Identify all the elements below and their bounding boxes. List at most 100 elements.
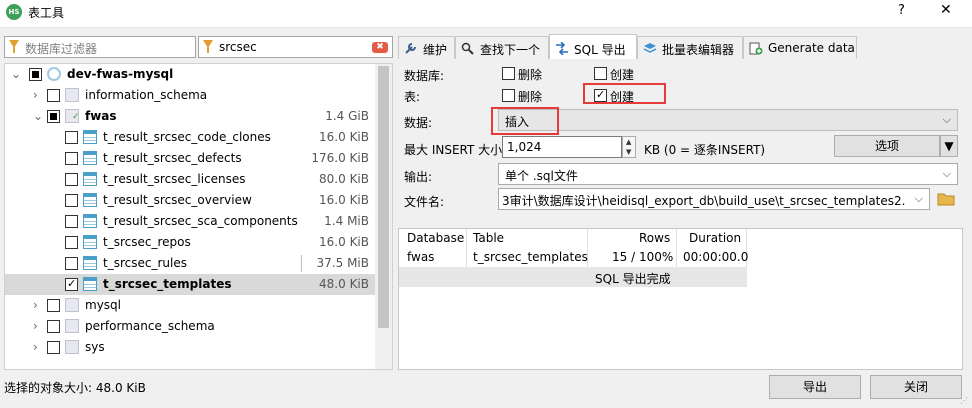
tree-scrollbar-thumb[interactable] [378,66,389,328]
tab-sql-export[interactable]: SQL 导出 [549,34,637,59]
row-table-cell: t_srcsec_templates [473,250,588,264]
tab-find-next[interactable]: 查找下一个 [455,36,549,59]
chevron-down-icon[interactable]: ⌄ [33,109,43,123]
table-size: 16.0 KiB [319,193,369,207]
tree-checkbox[interactable] [47,89,60,102]
tab-bulk-table-editor[interactable]: 批量表编辑器 [637,36,743,59]
output-label: 输出: [404,170,433,184]
database-drop-checkbox[interactable] [502,67,515,80]
grid-footer: SQL 导出完成 [399,267,747,287]
filename-label: 文件名: [404,195,445,209]
app-icon: HS [6,4,22,20]
database-create-label: 创建 [610,68,635,82]
table-icon [83,214,97,228]
output-select[interactable]: 单个 .sql文件 ⌵ [498,163,958,185]
chevron-down-icon: ⌵ [942,167,951,180]
tree-row-table[interactable]: t_result_srcsec_code_clones 16.0 KiB [5,127,375,148]
tree-row-table[interactable]: t_srcsec_repos 16.0 KiB [5,232,375,253]
tree-row-database[interactable]: ⌄ fwas 1.4 GiB [5,106,375,127]
tree-row-table[interactable]: t_result_srcsec_defects 176.0 KiB [5,148,375,169]
table-size: 37.5 MiB [316,256,369,270]
chevron-right-icon[interactable]: › [33,298,43,312]
tree-row-database[interactable]: › sys [5,337,375,358]
export-button[interactable]: 导出 [769,375,861,399]
tree-checkbox[interactable] [65,131,78,144]
column-header-duration[interactable]: Duration [689,231,741,245]
tree-checkbox[interactable] [65,215,78,228]
database-create-checkbox[interactable] [594,67,607,80]
server-icon [47,67,61,81]
tree-row-connection[interactable]: ⌄ dev-fwas-mysql [5,64,375,85]
browse-folder-button[interactable] [933,188,958,210]
filename-combo[interactable]: 3审计\数据库设计\heidisql_export_db\build_use\t… [498,188,930,210]
spin-up-icon: ▲ [626,138,632,146]
highlight-frame [583,83,666,104]
tree-row-database[interactable]: › information_schema [5,85,375,106]
tree-checkbox[interactable] [47,110,60,123]
table-size: 80.0 KiB [319,172,369,186]
tree-checkbox[interactable] [65,236,78,249]
database-filter-input[interactable]: 数据库过滤器 [4,36,196,58]
column-header-table[interactable]: Table [473,231,504,245]
tree-checkbox[interactable] [47,320,60,333]
options-button[interactable]: 选项 [834,135,940,157]
close-button[interactable]: 关闭 [870,375,962,399]
table-icon [83,193,97,207]
tree-row-database[interactable]: › mysql [5,295,375,316]
tree-checkbox[interactable] [65,173,78,186]
tree-row-database[interactable]: › performance_schema [5,316,375,337]
tree-checkbox[interactable] [47,341,60,354]
funnel-icon [9,40,19,54]
tree-row-table-selected[interactable]: t_srcsec_templates 48.0 KiB [5,274,375,295]
table-drop-checkbox[interactable] [502,89,515,102]
options-dropdown-button[interactable]: ▼ [940,135,958,157]
clear-filter-icon[interactable]: ✖ [372,42,388,53]
database-tree[interactable]: ⌄ dev-fwas-mysql › information_schema ⌄ … [4,63,393,370]
chevron-right-icon[interactable]: › [33,340,43,354]
table-name: t_result_srcsec_sca_components [103,214,298,228]
row-rows-cell: 15 / 100% [612,250,674,264]
chevron-right-icon[interactable]: › [33,319,43,333]
tree-row-table[interactable]: t_result_srcsec_overview 16.0 KiB [5,190,375,211]
tree-checkbox[interactable] [65,152,78,165]
column-header-rows[interactable]: Rows [639,231,670,245]
tree-checkbox[interactable] [65,277,78,291]
filename-value: 3审计\数据库设计\heidisql_export_db\build_use\t… [502,194,906,208]
table-filter-value: srcsec [219,40,257,54]
max-insert-unit: KB (0 = 逐条INSERT) [644,143,766,157]
magnifier-icon [461,42,474,55]
export-icon [556,42,568,55]
row-duration-cell: 00:00:00.0 [683,250,749,264]
data-mode-select[interactable]: 插入 ⌵ [498,109,958,131]
column-header-database[interactable]: Database [407,231,464,245]
table-icon [83,151,97,165]
close-window-button[interactable]: ✕ [940,2,952,18]
help-button[interactable]: ? [898,3,905,18]
tree-scrollbar[interactable] [375,64,392,369]
title-bar: HS 表工具 ? ✕ [0,0,972,28]
database-name: information_schema [85,88,208,102]
tree-checkbox[interactable] [65,257,78,270]
database-name: sys [85,340,105,354]
max-insert-input[interactable]: 1,024 [502,136,622,158]
database-name: fwas [85,109,117,123]
tree-checkbox[interactable] [29,68,42,81]
chevron-right-icon[interactable]: › [33,88,43,102]
tree-checkbox[interactable] [65,194,78,207]
resize-grip-icon[interactable]: ⋰ [960,396,970,406]
table-icon [83,277,97,291]
table-size: 16.0 KiB [319,130,369,144]
table-name: t_srcsec_rules [103,256,187,270]
generate-icon [749,42,763,55]
export-results-grid[interactable]: Database Table Rows Duration fwas t_srcs… [398,228,963,370]
table-filter-input[interactable]: srcsec ✖ [198,36,393,58]
tab-maintenance[interactable]: 维护 [398,36,455,59]
tree-row-table[interactable]: t_result_srcsec_sca_components 1.4 MiB [5,211,375,232]
max-insert-spinner[interactable]: ▲ ▼ [622,136,636,158]
tree-row-table[interactable]: t_srcsec_rules 37.5 MiB [5,253,375,274]
chevron-down-icon[interactable]: ⌄ [11,67,21,81]
tree-checkbox[interactable] [47,299,60,312]
size-indicator [301,255,302,272]
tab-generate-data[interactable]: Generate data [743,36,857,59]
tree-row-table[interactable]: t_result_srcsec_licenses 80.0 KiB [5,169,375,190]
